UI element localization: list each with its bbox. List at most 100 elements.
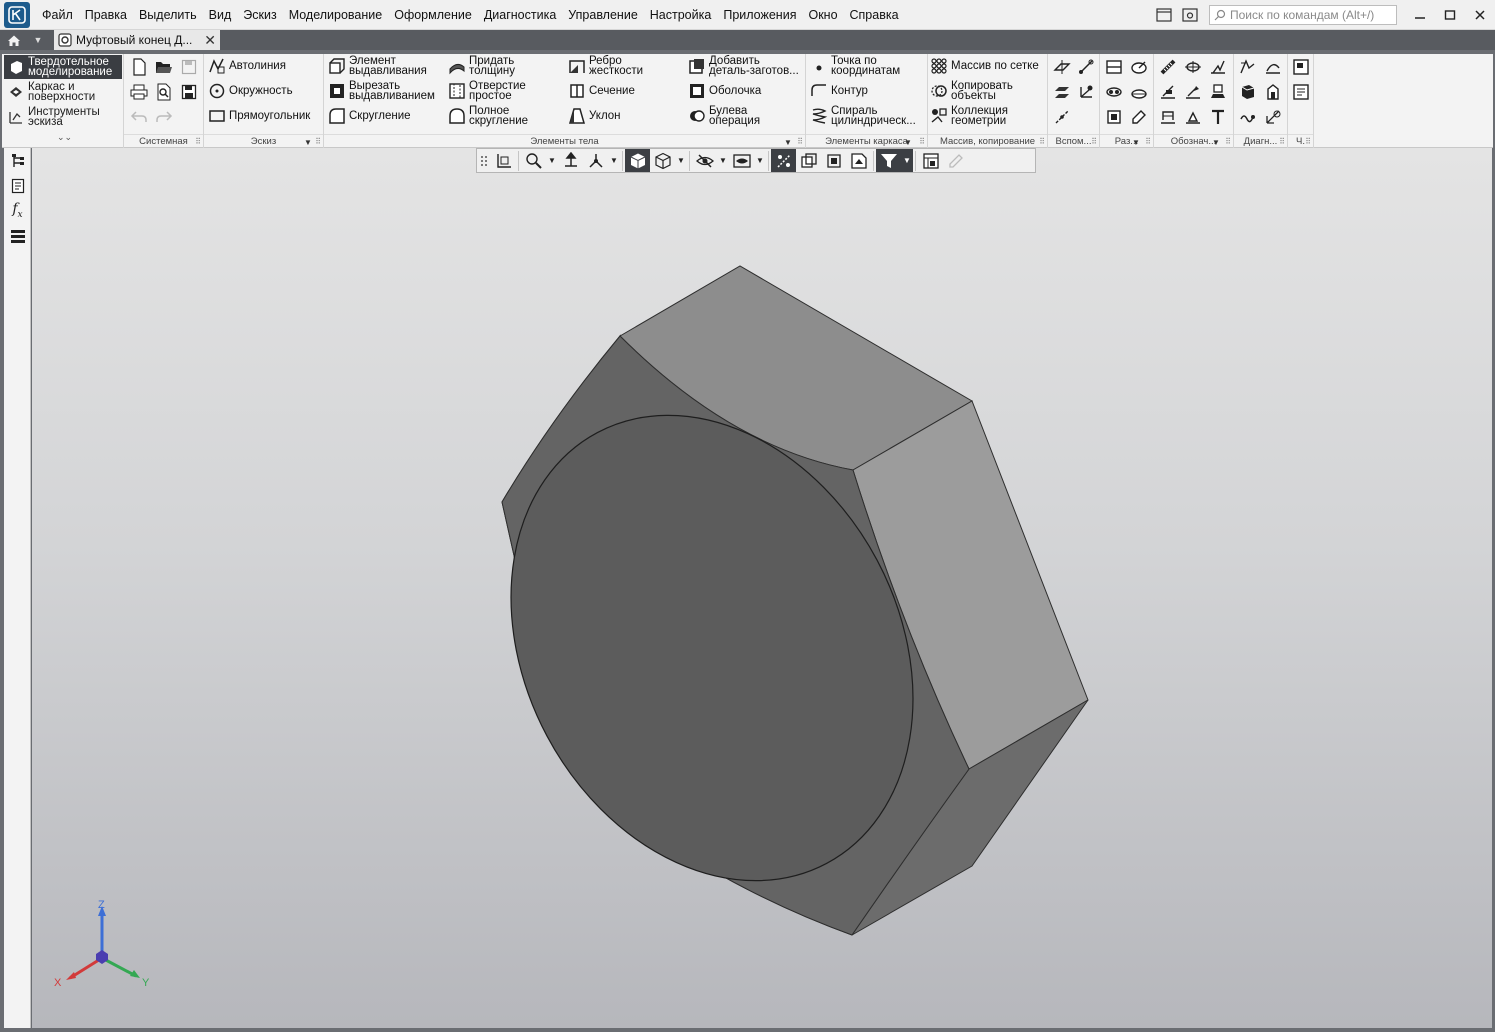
pan-icon[interactable]	[558, 149, 583, 172]
wireframe-mode-icon[interactable]	[650, 149, 675, 172]
mass-properties-icon[interactable]	[1237, 81, 1259, 103]
extrude-button[interactable]: Элемент выдавливания	[328, 54, 427, 78]
cylindrical-helix-button[interactable]: Спираль цилиндрическ...	[810, 104, 916, 128]
hide-objects-icon[interactable]	[692, 149, 717, 172]
roughness-icon[interactable]	[1207, 56, 1229, 78]
menu-applications[interactable]: Приложения	[717, 0, 802, 30]
mode-sketch-tools[interactable]: Инструменты эскиза	[4, 105, 122, 129]
mode-wireframe-surfaces[interactable]: Каркас и поверхности	[4, 80, 122, 104]
linear-dimension-icon[interactable]	[1103, 56, 1125, 78]
settings-window-icon[interactable]	[1179, 4, 1201, 26]
redo-icon[interactable]	[153, 106, 175, 128]
auto-dimension-icon[interactable]	[1103, 106, 1125, 128]
aux-offset-plane-icon[interactable]	[1051, 81, 1073, 103]
selection-filter-icon[interactable]	[876, 149, 901, 172]
orientation-dropdown-chevron-icon[interactable]: ▼	[608, 149, 620, 172]
aux-axis-icon[interactable]	[1075, 56, 1097, 78]
mode-solid-modeling[interactable]: Твердотельное моделирование	[4, 55, 122, 79]
curvature-icon[interactable]	[1262, 56, 1284, 78]
rectangle-button[interactable]: Прямоугольник	[208, 104, 310, 128]
section-button[interactable]: Сечение	[568, 79, 635, 103]
geometry-collection-button[interactable]: Коллекция геометрии	[930, 104, 1008, 128]
full-round-button[interactable]: Полное скругление	[448, 104, 528, 128]
aux-line-icon[interactable]	[1051, 106, 1073, 128]
centerline-icon[interactable]	[1182, 56, 1204, 78]
menu-file[interactable]: Файл	[36, 0, 79, 30]
tolerance-icon[interactable]	[1157, 106, 1179, 128]
circle-button[interactable]: Окружность	[208, 79, 293, 103]
show-objects-icon[interactable]	[729, 149, 754, 172]
menu-edit[interactable]: Правка	[79, 0, 133, 30]
model-render[interactable]	[32, 148, 1492, 1028]
3d-viewport[interactable]: ▼ ▼ ▼ ▼ ▼ ▼ Z X Y	[32, 148, 1492, 1028]
body-dropdown-chevron-icon[interactable]: ▼	[784, 138, 792, 147]
save-as-icon[interactable]	[178, 81, 200, 103]
rib-button[interactable]: Ребро жесткости	[568, 54, 643, 78]
aux-plane-icon[interactable]	[1051, 56, 1073, 78]
measure-icon[interactable]	[1262, 106, 1284, 128]
radial-dimension-icon[interactable]	[1128, 56, 1150, 78]
grid-array-button[interactable]: Массив по сетке	[930, 54, 1039, 78]
menu-help[interactable]: Справка	[844, 0, 905, 30]
drawing-view-icon[interactable]	[1290, 56, 1312, 78]
deviation-icon[interactable]	[1237, 56, 1259, 78]
notation-dropdown-chevron-icon[interactable]: ▼	[1212, 138, 1220, 147]
expand-modes-chevron-icon[interactable]: ⌄⌄	[57, 132, 72, 143]
shaded-mode-icon[interactable]	[625, 149, 650, 172]
draft-button[interactable]: Уклон	[568, 104, 621, 128]
cut-extrude-button[interactable]: Вырезать выдавливанием	[328, 79, 435, 103]
menu-view[interactable]: Вид	[203, 0, 238, 30]
layout-icon[interactable]	[1153, 4, 1175, 26]
add-blank-part-button[interactable]: Добавить деталь-заготов...	[688, 54, 799, 78]
spec-table-icon[interactable]	[918, 149, 943, 172]
wire-dropdown-chevron-icon[interactable]: ▼	[904, 138, 912, 147]
leader-icon[interactable]	[1157, 81, 1179, 103]
explode-view-icon[interactable]	[796, 149, 821, 172]
menu-select[interactable]: Выделить	[133, 0, 203, 30]
menu-sketch[interactable]: Эскиз	[237, 0, 282, 30]
diameter-dimension-icon[interactable]	[1128, 81, 1150, 103]
menu-diagnostics[interactable]: Диагностика	[478, 0, 562, 30]
minimize-button[interactable]	[1405, 0, 1435, 30]
shell-button[interactable]: Оболочка	[688, 79, 761, 103]
filter-dropdown-chevron-icon[interactable]: ▼	[901, 149, 913, 172]
command-search-input[interactable]: Поиск по командам (Alt+/)	[1209, 5, 1397, 25]
tab-close-icon[interactable]: ✕	[204, 32, 216, 49]
dimensions-dropdown-chevron-icon[interactable]: ▼	[1132, 138, 1140, 147]
menu-drawing[interactable]: Оформление	[388, 0, 478, 30]
menu-management[interactable]: Управление	[562, 0, 644, 30]
autoline-button[interactable]: Автолиния	[208, 54, 286, 78]
document-tab[interactable]: Муфтовый конец Д... ✕	[54, 30, 220, 50]
boolean-button[interactable]: Булева операция	[688, 104, 760, 128]
perspective-icon[interactable]	[821, 149, 846, 172]
zoom-window-icon[interactable]	[521, 149, 546, 172]
sketch-dropdown-chevron-icon[interactable]: ▼	[304, 138, 312, 147]
simple-hole-button[interactable]: Отверстие простое	[448, 79, 526, 103]
open-folder-icon[interactable]	[153, 56, 175, 78]
undo-icon[interactable]	[128, 106, 150, 128]
display-mode-dropdown-chevron-icon[interactable]: ▼	[675, 149, 687, 172]
text-icon[interactable]	[1207, 106, 1229, 128]
variables-fx-icon[interactable]: fx	[4, 198, 31, 223]
toolbar-grip-icon[interactable]	[477, 149, 491, 172]
save-icon[interactable]	[178, 56, 200, 78]
copy-objects-button[interactable]: Копировать объекты	[930, 79, 1013, 103]
home-icon[interactable]	[0, 30, 28, 50]
marking-icon[interactable]	[1207, 81, 1229, 103]
model-tree-icon[interactable]	[4, 148, 31, 173]
app-logo-icon[interactable]	[4, 1, 30, 28]
edit-pencil-icon[interactable]	[943, 149, 968, 172]
preview-icon[interactable]	[153, 81, 175, 103]
contour-button[interactable]: Контур	[810, 79, 868, 103]
maximize-button[interactable]	[1435, 0, 1465, 30]
named-views-icon[interactable]	[846, 149, 871, 172]
layers-list-icon[interactable]	[4, 223, 31, 248]
rotate-icon[interactable]	[583, 149, 608, 172]
point-by-coords-button[interactable]: Точка по координатам	[810, 54, 900, 78]
tab-list-chevron-icon[interactable]: ▼	[28, 30, 48, 50]
print-icon[interactable]	[128, 81, 150, 103]
normal-to-icon[interactable]	[491, 149, 516, 172]
show-dropdown-chevron-icon[interactable]: ▼	[754, 149, 766, 172]
thread-icon[interactable]	[1157, 56, 1179, 78]
aux-lcs-icon[interactable]	[1075, 81, 1097, 103]
